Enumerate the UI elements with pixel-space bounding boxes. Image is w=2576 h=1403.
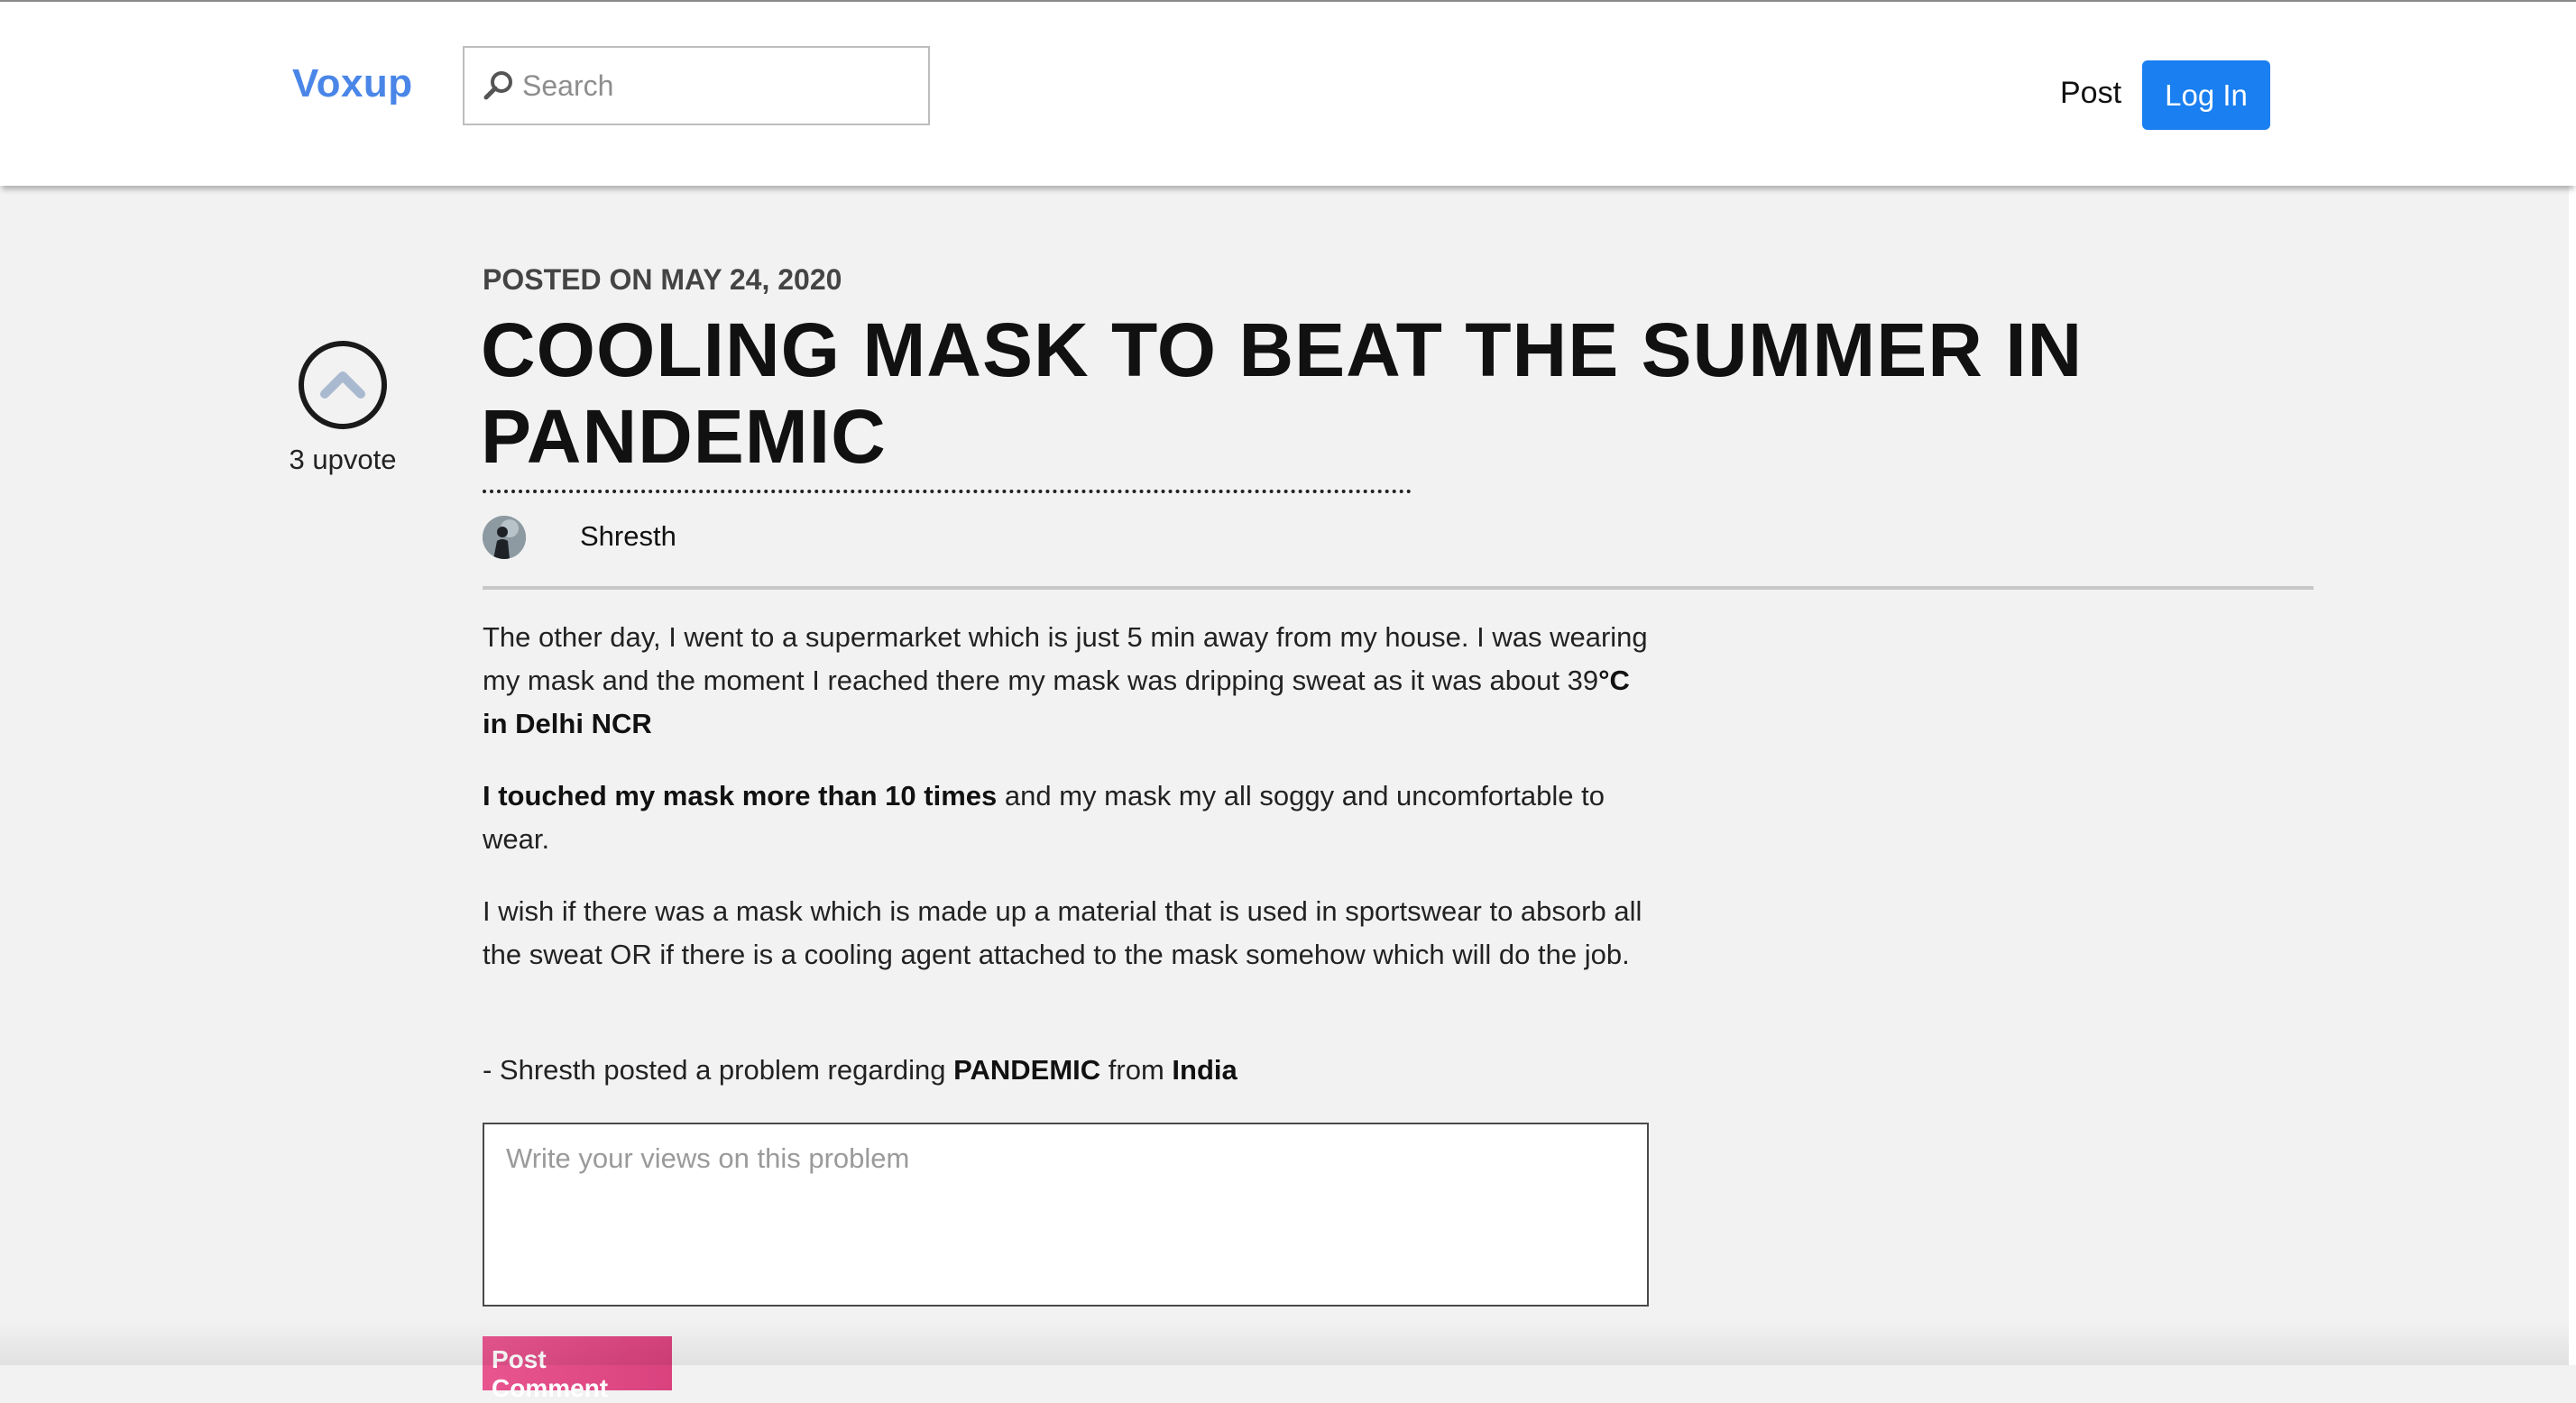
bottom-shadow <box>0 1318 2576 1365</box>
attribution-category: PANDEMIC <box>953 1054 1101 1086</box>
attribution-prefix: - Shresth posted a problem regarding <box>483 1054 954 1086</box>
window-edge <box>2569 0 2576 1365</box>
post-attribution: - Shresth posted a problem regarding PAN… <box>483 1049 1655 1092</box>
paragraph-text: The other day, I went to a supermarket w… <box>483 621 1648 696</box>
paragraph-text: I wish if there was a mask which is made… <box>483 895 1642 970</box>
attribution-middle: from <box>1100 1054 1173 1086</box>
author-name[interactable]: Shresth <box>580 518 676 555</box>
paragraph-bold-text: I touched my mask more than 10 times <box>483 780 998 812</box>
top-navigation-bar: Voxup Post Log In <box>0 0 2576 186</box>
title-divider <box>483 490 1412 493</box>
login-button[interactable]: Log In <box>2142 60 2270 130</box>
comment-textarea[interactable] <box>483 1123 1649 1307</box>
post-link[interactable]: Post <box>2060 72 2121 114</box>
post-title: COOLING MASK TO BEAT THE SUMMER IN PANDE… <box>481 307 2084 479</box>
post-paragraph: The other day, I went to a supermarket w… <box>483 616 1655 746</box>
search-input[interactable] <box>522 59 910 113</box>
search-icon <box>481 68 517 104</box>
posted-date: POSTED ON MAY 24, 2020 <box>483 263 842 296</box>
author-avatar[interactable] <box>483 516 526 559</box>
attribution-country: India <box>1172 1054 1237 1086</box>
search-box[interactable] <box>463 46 930 125</box>
post-paragraph: I touched my mask more than 10 times and… <box>483 775 1655 861</box>
upvote-count: 3 upvote <box>289 444 397 475</box>
post-paragraph: I wish if there was a mask which is made… <box>483 890 1655 977</box>
post-comment-button[interactable]: Post Comment <box>483 1336 672 1402</box>
chevron-up-icon <box>317 365 368 406</box>
upvote-button[interactable] <box>299 341 387 429</box>
brand-logo[interactable]: Voxup <box>292 60 413 108</box>
author-divider <box>483 586 2314 590</box>
